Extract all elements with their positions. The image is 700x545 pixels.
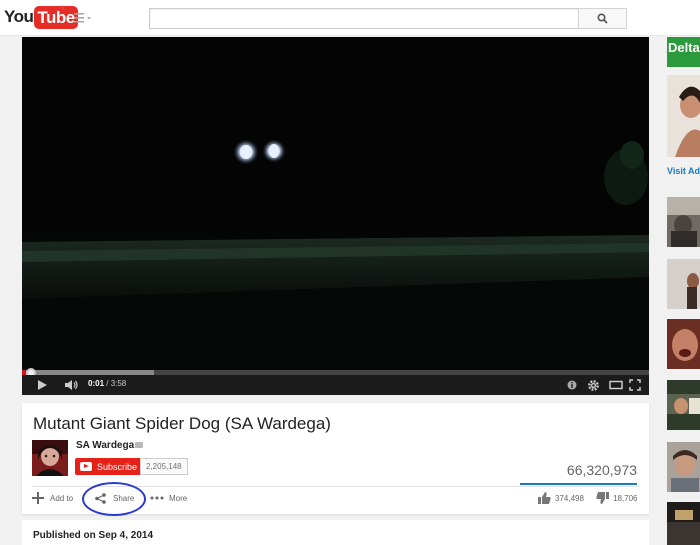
add-to-button[interactable]: Add to xyxy=(32,489,73,507)
settings-button[interactable] xyxy=(587,375,600,395)
like-button[interactable]: 374,498 xyxy=(538,489,584,507)
dislike-count: 18,706 xyxy=(613,493,638,503)
fullscreen-button[interactable] xyxy=(629,375,641,395)
video-player[interactable]: 0:01 / 3:58 xyxy=(22,37,649,395)
dislike-button[interactable]: 18,706 xyxy=(596,489,637,507)
description-panel: Published on Sep 4, 2014 xyxy=(22,520,649,545)
ad-banner-delta[interactable]: Delta xyxy=(667,37,700,67)
search-input[interactable] xyxy=(149,8,579,29)
search-button[interactable] xyxy=(578,8,627,29)
ad-image[interactable] xyxy=(667,75,700,157)
play-button[interactable] xyxy=(36,375,48,395)
related-video-thumbnail[interactable] xyxy=(667,380,700,430)
youtube-play-icon xyxy=(80,462,92,471)
visit-ad-link[interactable]: Visit Ad xyxy=(667,166,700,176)
info-button[interactable] xyxy=(567,375,577,395)
view-count: 66,320,973 xyxy=(566,462,637,478)
channel-avatar[interactable] xyxy=(32,440,68,476)
youtube-logo[interactable]: You Tube IL xyxy=(4,5,78,29)
verified-badge-icon xyxy=(135,442,143,448)
video-info-panel: Mutant Giant Spider Dog (SA Wardega) SA … xyxy=(22,403,649,516)
share-highlight-circle xyxy=(82,482,146,516)
channel-name[interactable]: SA Wardega xyxy=(76,440,134,451)
logo-tube-text: Tube xyxy=(34,5,78,29)
thumbs-down-icon xyxy=(596,492,609,504)
subscribe-button[interactable]: Subscribe xyxy=(75,458,144,475)
more-dots-icon xyxy=(150,496,164,500)
fullscreen-icon xyxy=(629,379,641,391)
related-video-thumbnail[interactable] xyxy=(667,197,700,247)
more-button[interactable]: More xyxy=(150,489,187,507)
plus-icon xyxy=(32,492,44,504)
subscriber-count: 2,205,148 xyxy=(140,458,188,475)
search-icon xyxy=(597,13,608,24)
add-to-label: Add to xyxy=(50,493,74,503)
subscribe-label: Subscribe xyxy=(97,461,138,472)
views-underline xyxy=(520,483,637,485)
volume-icon xyxy=(65,380,78,390)
info-icon xyxy=(567,380,577,390)
related-video-thumbnail[interactable] xyxy=(667,502,700,545)
video-frame[interactable] xyxy=(22,37,649,370)
more-label: More xyxy=(169,493,188,503)
related-video-thumbnail[interactable] xyxy=(667,319,700,369)
time-current: 0:01 xyxy=(88,379,105,388)
like-count: 374,498 xyxy=(555,493,584,503)
menu-icon[interactable] xyxy=(74,12,92,24)
masthead: You Tube IL xyxy=(0,0,700,36)
logo-country-code: IL xyxy=(61,6,67,12)
theater-mode-button[interactable] xyxy=(609,375,623,395)
related-video-thumbnail[interactable] xyxy=(667,259,700,309)
time-total: 3:58 xyxy=(110,379,127,388)
time-separator: / xyxy=(104,379,111,388)
related-video-thumbnail[interactable] xyxy=(667,442,700,492)
video-title: Mutant Giant Spider Dog (SA Wardega) xyxy=(33,414,331,433)
thumbs-up-icon xyxy=(538,492,551,504)
logo-you-text: You xyxy=(4,7,34,26)
theater-icon xyxy=(609,380,623,390)
volume-button[interactable] xyxy=(64,375,80,395)
published-date: Published on Sep 4, 2014 xyxy=(33,530,154,541)
gear-icon xyxy=(588,379,599,391)
play-icon xyxy=(38,380,47,390)
time-display: 0:01 / 3:58 xyxy=(88,379,126,388)
player-controls: 0:01 / 3:58 xyxy=(22,375,649,395)
right-sidebar: Delta Visit Ad xyxy=(657,37,700,545)
